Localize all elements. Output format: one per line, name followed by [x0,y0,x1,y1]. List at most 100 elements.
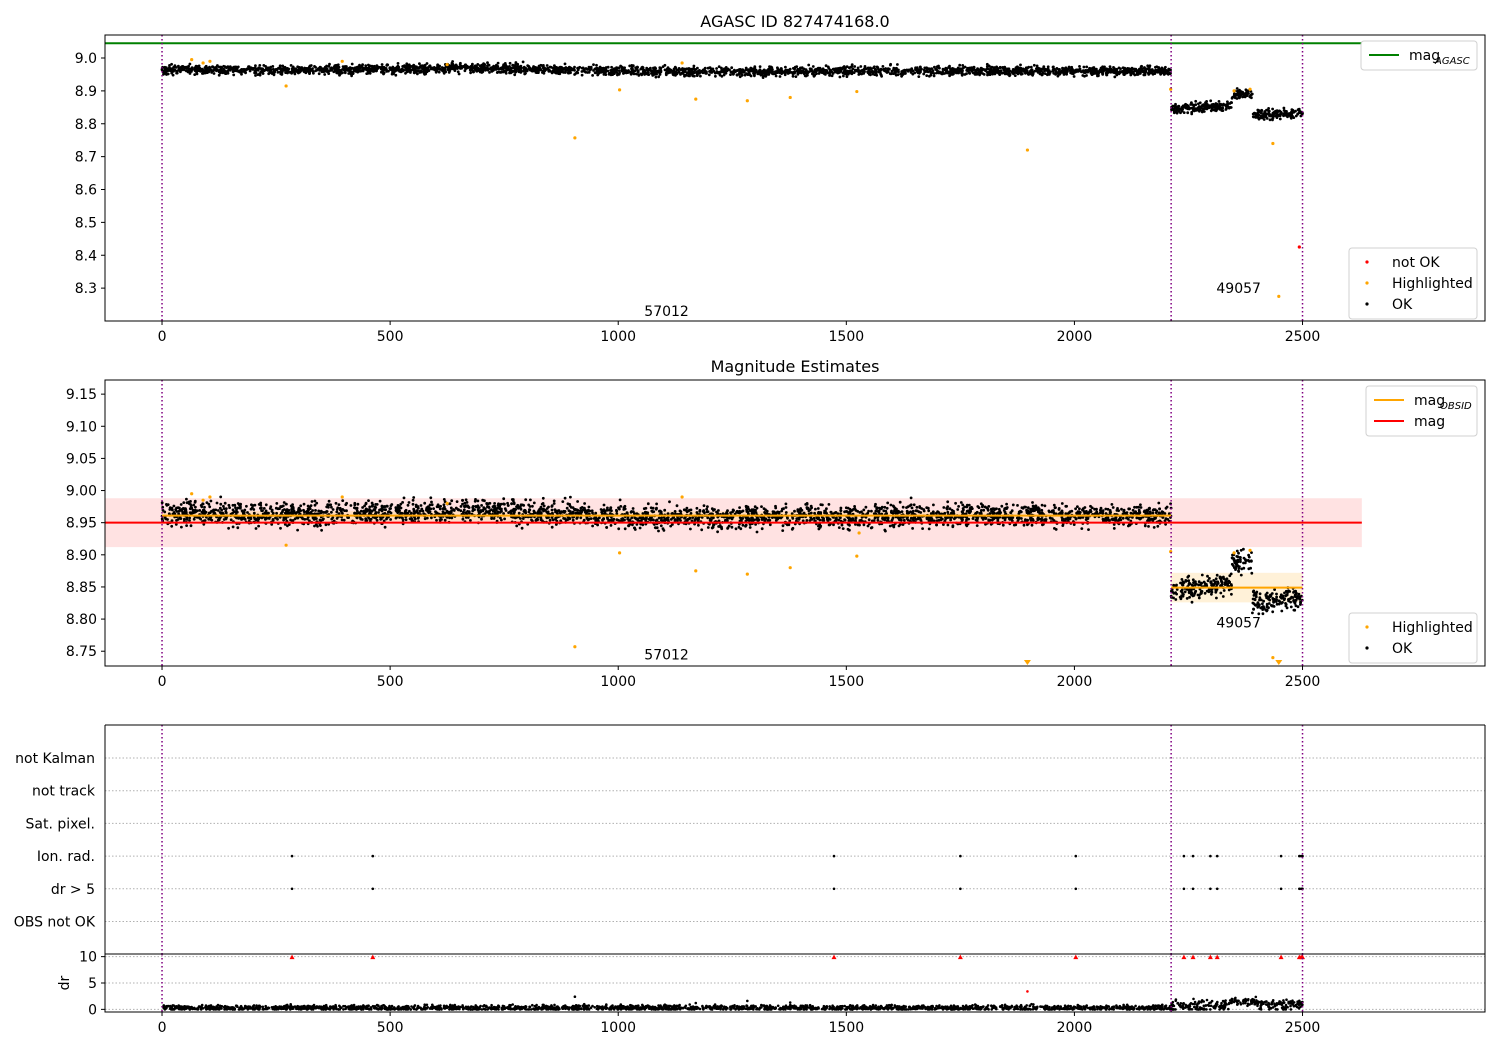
ok-point [784,65,787,69]
ok-point [569,495,572,499]
ok-point [668,500,671,504]
ok-point [848,510,852,514]
ok-point [738,70,742,74]
ok-point [809,517,813,521]
ok-point [965,505,969,509]
ok-point [851,67,855,71]
ok-point [1085,65,1089,69]
ok-point [1143,66,1146,69]
ok-point [816,67,819,71]
ok-point [273,69,277,72]
ok-point [1279,112,1283,116]
ok-point [399,70,403,74]
ok-point [373,67,377,71]
ok-point [394,73,398,77]
ok-point [741,68,745,72]
ok-point [493,502,496,505]
ok-point [1072,75,1076,78]
ok-point [203,505,206,509]
ok-point [263,69,266,72]
ok-point [818,66,822,70]
ok-point [867,518,871,522]
ok-point [438,67,442,70]
ok-point [921,527,924,530]
ok-point [881,65,885,68]
ok-point [254,71,258,75]
legend-label: OK [1392,297,1413,313]
x-tick-label: 2500 [1285,329,1321,345]
ok-point [405,63,409,67]
ok-point [1224,108,1228,111]
ok-point [442,66,445,70]
highlighted-point [445,62,449,67]
ok-point [929,73,933,77]
ok-point [890,509,893,513]
ok-point [958,63,962,67]
ok-point [1282,114,1285,117]
ok-point [519,69,523,73]
ok-point [715,67,718,70]
ok-point [965,68,969,72]
ok-point [1122,508,1126,512]
ok-point [882,68,886,72]
ok-point [848,69,852,73]
ok-point [657,529,660,533]
ok-point [537,64,541,68]
ok-point [996,67,1000,70]
ok-point [453,69,457,72]
ok-point [594,67,598,70]
ok-point [691,516,695,519]
ok-point [937,64,940,68]
ok-point [707,73,711,77]
ok-point [337,68,340,72]
ok-point [195,72,199,76]
y-tick-label: 8.7 [75,150,97,166]
ok-point [1236,89,1239,93]
ok-point [863,67,867,71]
ok-point [730,66,734,70]
ok-point [941,70,944,74]
ok-point [886,501,890,505]
ok-point [464,498,468,502]
highlighted-point [788,95,792,100]
ok-point [563,68,567,72]
ok-point [1031,73,1034,77]
ok-point [219,502,223,506]
ok-point [227,503,231,507]
ok-point [896,73,900,77]
ok-point [300,66,304,69]
ok-point [374,506,378,509]
ok-point [948,74,951,78]
ok-point [553,66,557,70]
ok-point [709,71,713,74]
ok-point [242,68,245,71]
ok-point [600,510,604,514]
ok-point [875,65,879,69]
ok-point [1238,95,1242,98]
ok-point [1040,508,1044,512]
ok-point [542,64,545,67]
ok-point [335,510,339,514]
ok-point [611,71,615,74]
ok-point [531,504,534,508]
ok-point [1141,69,1145,73]
ok-point [913,71,917,75]
ok-point [823,69,827,73]
ok-point [1133,68,1137,72]
ok-point [192,517,196,521]
legend-label: not OK [1392,255,1440,271]
ok-point [1067,65,1071,69]
ok-point [469,71,472,75]
ok-point [569,71,572,75]
ok-point [1289,116,1293,120]
ok-point [222,64,226,68]
ok-point [193,69,197,72]
ok-point [699,74,702,78]
ok-point [431,67,435,71]
ok-point [232,73,236,77]
ok-point [254,527,258,530]
ok-point [687,74,690,78]
ok-point [728,68,731,72]
ok-point [535,70,539,73]
ok-point [862,523,866,527]
